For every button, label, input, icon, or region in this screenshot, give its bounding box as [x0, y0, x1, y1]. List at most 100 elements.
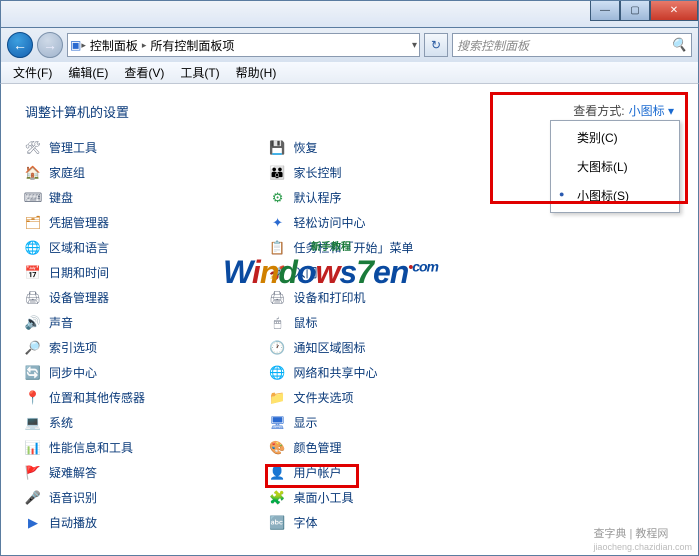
forward-button[interactable]: →: [37, 32, 63, 58]
menu-tools[interactable]: 工具(T): [172, 62, 227, 83]
cpl-label: 字体: [294, 514, 318, 531]
cpl-label: 同步中心: [49, 364, 97, 381]
menu-help[interactable]: 帮助(H): [228, 62, 285, 83]
cpl-label: 通知区域图标: [294, 339, 366, 356]
cpl-label: 位置和其他传感器: [49, 389, 145, 406]
cpl-item[interactable]: 🖨 设备和打印机: [270, 285, 499, 310]
cpl-item[interactable]: 🖱鼠标: [270, 310, 499, 335]
cpl-icon: 📊: [25, 440, 41, 456]
close-button[interactable]: ✕: [650, 1, 698, 21]
cpl-item[interactable]: 📊 性能信息和工具: [25, 435, 254, 460]
cpl-label: 用户帐户: [294, 464, 342, 481]
view-by-label: 查看方式:: [573, 102, 624, 119]
cpl-label: 家庭组: [49, 164, 85, 181]
cpl-item[interactable]: 🗂 凭据管理器: [25, 210, 254, 235]
cpl-label: 任务栏和「开始」菜单: [294, 239, 414, 256]
minimize-button[interactable]: —: [590, 1, 620, 21]
menu-edit[interactable]: 编辑(E): [60, 62, 116, 83]
cpl-item[interactable]: 👪家长控制: [270, 160, 499, 185]
cpl-label: 区域和语言: [49, 239, 109, 256]
cpl-item[interactable]: 🚀 入门: [270, 260, 499, 285]
cpl-item[interactable]: 🏠家庭组: [25, 160, 254, 185]
cpl-icon: 🧩: [270, 490, 286, 506]
title-bar: — ▢ ✕: [0, 0, 699, 28]
cpl-item[interactable]: 📋任务栏和「开始」菜单: [270, 235, 499, 260]
cpl-label: 轻松访问中心: [294, 214, 366, 231]
cpl-label: 键盘: [49, 189, 73, 206]
menu-view[interactable]: 查看(V): [116, 62, 172, 83]
cpl-icon: 🔤: [270, 515, 286, 531]
cpl-item[interactable]: ▶自动播放: [25, 510, 254, 535]
cpl-icon: 🖨: [270, 290, 286, 306]
cpl-item[interactable]: 🔎索引选项: [25, 335, 254, 360]
cpl-item[interactable]: 💾恢复: [270, 135, 499, 160]
cpl-label: 家长控制: [294, 164, 342, 181]
cpl-item[interactable]: 🧩桌面小工具: [270, 485, 499, 510]
cpl-item[interactable]: 🌐 区域和语言: [25, 235, 254, 260]
address-bar[interactable]: ▣ ▸ 控制面板 ▸ 所有控制面板项 ▾: [67, 33, 420, 57]
cpl-label: 恢复: [294, 139, 318, 156]
cpl-item[interactable]: 🔄 同步中心: [25, 360, 254, 385]
cpl-icon: 🔊: [25, 315, 41, 331]
cpl-item[interactable]: 🖥显示: [270, 410, 499, 435]
cpl-icon: 🗂: [25, 215, 41, 231]
cpl-item[interactable]: 🖨设备管理器: [25, 285, 254, 310]
cpl-item[interactable]: 💻系统: [25, 410, 254, 435]
breadcrumb-2[interactable]: 所有控制面板项: [146, 37, 238, 54]
dropdown-opt-small[interactable]: 小图标(S): [553, 181, 677, 210]
cpl-item[interactable]: 🌐 网络和共享中心: [270, 360, 499, 385]
cpl-icon: 🔄: [25, 365, 41, 381]
cpl-item[interactable]: 🔊声音: [25, 310, 254, 335]
cpl-label: 系统: [49, 414, 73, 431]
cpl-label: 入门: [294, 264, 318, 281]
view-by-value[interactable]: 小图标 ▾: [629, 102, 674, 119]
cpl-label: 索引选项: [49, 339, 97, 356]
search-icon: 🔍: [671, 37, 687, 53]
refresh-button[interactable]: ↻: [424, 33, 448, 57]
cpl-label: 管理工具: [49, 139, 97, 156]
cpl-item[interactable]: 🚩疑难解答: [25, 460, 254, 485]
cpl-item[interactable]: 📅日期和时间: [25, 260, 254, 285]
cpl-item[interactable]: ⌨键盘: [25, 185, 254, 210]
dropdown-opt-large[interactable]: 大图标(L): [553, 152, 677, 181]
cpl-icon: 🎨: [270, 440, 286, 456]
cpl-label: 性能信息和工具: [49, 439, 133, 456]
cpl-item[interactable]: 📁文件夹选项: [270, 385, 499, 410]
cpl-item[interactable]: 🕐 通知区域图标: [270, 335, 499, 360]
cpl-icon: 🌐: [25, 240, 41, 256]
cpl-item[interactable]: ✦ 轻松访问中心: [270, 210, 499, 235]
back-button[interactable]: ←: [7, 32, 33, 58]
cpl-label: 设备和打印机: [294, 289, 366, 306]
cpl-icon: 🕐: [270, 340, 286, 356]
view-by: 查看方式: 小图标 ▾: [573, 102, 674, 119]
content-area: 调整计算机的设置 查看方式: 小图标 ▾ 类别(C) 大图标(L) 小图标(S)…: [0, 84, 699, 556]
cpl-label: 疑难解答: [49, 464, 97, 481]
cpl-icon: 📁: [270, 390, 286, 406]
address-dropdown-icon[interactable]: ▾: [412, 40, 417, 51]
cpl-icon: 📅: [25, 265, 41, 281]
cpl-label: 凭据管理器: [49, 214, 109, 231]
cpl-label: 网络和共享中心: [294, 364, 378, 381]
breadcrumb-1[interactable]: 控制面板: [86, 37, 142, 54]
cpl-label: 鼠标: [294, 314, 318, 331]
search-box[interactable]: 搜索控制面板 🔍: [452, 33, 692, 57]
cpl-icon: ✦: [270, 215, 286, 231]
cpl-item[interactable]: 🎤语音识别: [25, 485, 254, 510]
cpl-icon: 🖨: [25, 290, 41, 306]
cpl-icon: 📍: [25, 390, 41, 406]
cpl-item[interactable]: 📍 位置和其他传感器: [25, 385, 254, 410]
cpl-item[interactable]: 🛠管理工具: [25, 135, 254, 160]
cpl-item[interactable]: 👤用户帐户: [270, 460, 499, 485]
control-panel-icon: ▣: [70, 38, 81, 52]
cpl-item[interactable]: 🎨颜色管理: [270, 435, 499, 460]
column-1: 🛠管理工具🏠家庭组⌨键盘 🗂 凭据管理器 🌐 区域和语言 📅日期和时间🖨设备管理器🔊声音🔎…: [25, 135, 254, 535]
cpl-item[interactable]: 🔤 字体: [270, 510, 499, 535]
menu-file[interactable]: 文件(F): [5, 62, 60, 83]
cpl-icon: 🚀: [270, 265, 286, 281]
search-placeholder: 搜索控制面板: [457, 37, 529, 54]
cpl-item[interactable]: ⚙默认程序: [270, 185, 499, 210]
cpl-label: 显示: [294, 414, 318, 431]
maximize-button[interactable]: ▢: [620, 1, 650, 21]
cpl-icon: 🌐: [270, 365, 286, 381]
dropdown-opt-category[interactable]: 类别(C): [553, 123, 677, 152]
